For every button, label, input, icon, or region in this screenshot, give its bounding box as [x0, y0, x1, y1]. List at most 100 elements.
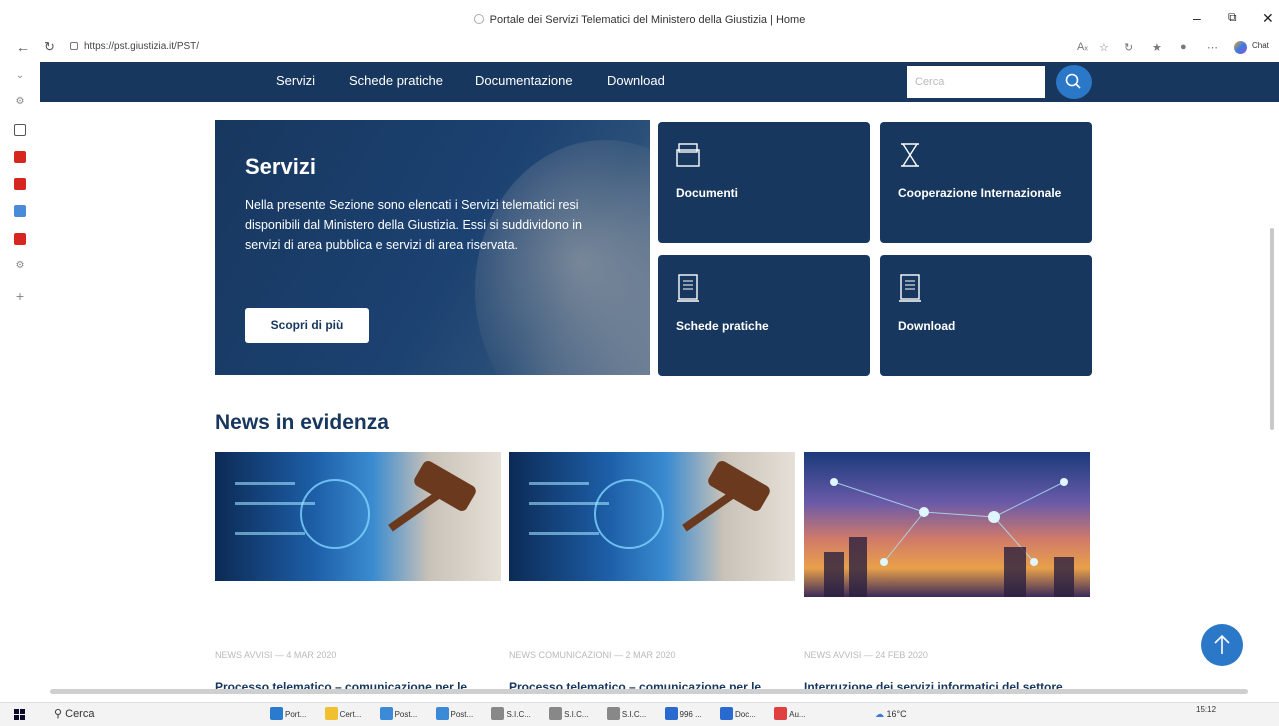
document-icon	[677, 274, 699, 302]
gavel-illustration	[529, 461, 770, 549]
taskbar-app[interactable]: Au...	[774, 707, 813, 720]
main-navbar: Servizi Schede pratiche Documentazione D…	[40, 62, 1279, 102]
search-placeholder: Cerca	[915, 76, 945, 88]
close-icon[interactable]: ✕	[1262, 10, 1274, 27]
news-category: NEWS AVVISI	[215, 650, 273, 660]
hero-background-image	[475, 140, 650, 375]
tile-schede-pratiche[interactable]: Schede pratiche	[658, 255, 870, 376]
horizontal-scrollbar[interactable]	[50, 689, 1248, 694]
app-shortcut-icon[interactable]	[14, 233, 26, 245]
document-icon	[899, 274, 921, 302]
taskbar-search-label: Cerca	[65, 708, 95, 720]
read-aloud-icon[interactable]: Aₓ	[1077, 41, 1088, 53]
vertical-scrollbar[interactable]	[1270, 228, 1274, 430]
tile-label: Schede pratiche	[676, 319, 769, 333]
taskbar-app-label: S.I.C...	[506, 710, 531, 719]
taskbar-app-label: Post...	[394, 710, 418, 719]
tile-documenti[interactable]: Documenti	[658, 122, 870, 243]
discover-more-button[interactable]: Scopri di più	[245, 308, 369, 343]
news-category: NEWS COMUNICAZIONI	[509, 650, 612, 660]
settings-icon[interactable]: ⚙	[14, 260, 26, 272]
taskbar-app[interactable]: Post...	[379, 707, 426, 720]
taskbar-app-label: Au...	[789, 710, 806, 719]
taskbar-search[interactable]: ⚲ Cerca	[54, 707, 94, 720]
url-field[interactable]: https://pst.giustizia.it/PST/	[70, 41, 199, 52]
taskbar-app[interactable]: Post...	[435, 707, 482, 720]
chevron-down-icon[interactable]: ⌄	[14, 70, 26, 82]
collections-icon[interactable]: ★	[1152, 41, 1162, 54]
scroll-to-top-button[interactable]	[1201, 624, 1243, 666]
nav-item-servizi[interactable]: Servizi	[276, 73, 315, 88]
reload-extension-icon[interactable]: ↻	[1124, 41, 1133, 54]
news-date: 24 FEB 2020	[875, 650, 928, 660]
settings-icon[interactable]: ⚙	[14, 96, 26, 108]
taskbar-app[interactable]: Doc...	[719, 707, 764, 720]
refresh-icon[interactable]: ↻	[44, 39, 55, 55]
app-shortcut-icon[interactable]	[14, 205, 26, 217]
window-title-text: Portale dei Servizi Telematici del Minis…	[489, 14, 806, 26]
news-meta: NEWS AVVISI — 4 MAR 2020	[215, 650, 337, 660]
temperature: 16°C	[886, 709, 907, 719]
favorite-star-icon[interactable]: ☆	[1099, 41, 1109, 54]
news-card[interactable]: NEWS COMUNICAZIONI — 2 MAR 2020 Processo…	[509, 452, 795, 694]
calendar-icon[interactable]	[14, 124, 26, 136]
news-card[interactable]: NEWS AVVISI — 24 FEB 2020 Interruzione d…	[804, 452, 1090, 694]
start-button[interactable]	[14, 709, 26, 721]
windows-taskbar: ⚲ Cerca Port... Cert... Post... Post... …	[0, 702, 1279, 726]
news-image-city-network[interactable]	[804, 452, 1090, 597]
news-section-title: News in evidenza	[215, 411, 389, 434]
gavel-illustration	[235, 461, 476, 549]
restore-icon[interactable]: ⧉	[1228, 10, 1237, 25]
app-shortcut-icon[interactable]	[14, 151, 26, 163]
nav-item-download[interactable]: Download	[607, 73, 665, 88]
taskbar-app-label: Port...	[285, 710, 307, 719]
nav-item-schede-pratiche[interactable]: Schede pratiche	[349, 73, 443, 88]
taskbar-apps: Port... Cert... Post... Post... S.I.C...…	[270, 707, 822, 720]
tile-download[interactable]: Download	[880, 255, 1092, 376]
copilot-label[interactable]: Chat	[1252, 41, 1269, 50]
clock-time: 15:12	[1196, 705, 1217, 714]
arrow-up-icon	[1214, 634, 1230, 654]
search-icon	[1065, 73, 1081, 89]
tile-cooperazione-internazionale[interactable]: Cooperazione Internazionale	[880, 122, 1092, 243]
news-date: 4 MAR 2020	[286, 650, 337, 660]
taskbar-app[interactable]: Cert...	[324, 707, 370, 720]
taskbar-app-label: S.I.C...	[621, 710, 647, 719]
app-shortcut-icon[interactable]	[14, 178, 26, 190]
search-icon: ⚲	[54, 708, 63, 720]
weather-widget[interactable]: ☁ 16°C	[875, 709, 907, 720]
add-icon[interactable]: +	[14, 289, 26, 303]
nav-item-documentazione[interactable]: Documentazione	[475, 73, 573, 88]
more-menu-icon[interactable]: ⋯	[1207, 41, 1218, 54]
folder-icon	[676, 143, 700, 167]
taskbar-app[interactable]: 996 ...	[664, 707, 710, 720]
profile-icon[interactable]: ●	[1180, 41, 1187, 53]
taskbar-app[interactable]: S.I.C...	[606, 707, 654, 720]
news-meta: NEWS AVVISI — 24 FEB 2020	[804, 650, 928, 660]
news-card[interactable]: NEWS AVVISI — 4 MAR 2020 Processo telema…	[215, 452, 501, 694]
hourglass-icon	[901, 143, 919, 167]
tile-label: Documenti	[676, 186, 739, 200]
system-clock[interactable]: 15:12	[1196, 705, 1216, 715]
search-input[interactable]: Cerca	[907, 66, 1045, 98]
news-image-gavel[interactable]	[215, 452, 501, 581]
taskbar-app-label: 996 ...	[679, 710, 702, 719]
hero-banner: Servizi Nella presente Sezione sono elen…	[215, 120, 650, 375]
address-bar: ← ↻ https://pst.giustizia.it/PST/ Aₓ ☆ ↻…	[0, 38, 1279, 60]
window-title: Portale dei Servizi Telematici del Minis…	[0, 14, 1279, 26]
taskbar-app[interactable]: Port...	[270, 707, 314, 720]
taskbar-app-label: Doc...	[734, 710, 756, 719]
cloud-icon: ☁	[875, 709, 884, 719]
back-icon[interactable]: ←	[16, 39, 30, 55]
minimize-icon[interactable]: –	[1193, 10, 1201, 26]
copilot-icon[interactable]	[1234, 41, 1247, 55]
tile-label: Cooperazione Internazionale	[898, 186, 1062, 200]
news-date: 2 MAR 2020	[625, 650, 676, 660]
search-button[interactable]	[1056, 65, 1092, 99]
taskbar-app[interactable]: S.I.C...	[549, 707, 596, 720]
taskbar-app[interactable]: S.I.C...	[491, 707, 538, 720]
favicon-icon	[473, 14, 484, 24]
url-text: https://pst.giustizia.it/PST/	[84, 41, 200, 52]
tile-label: Download	[898, 319, 956, 333]
news-image-gavel[interactable]	[509, 452, 795, 581]
